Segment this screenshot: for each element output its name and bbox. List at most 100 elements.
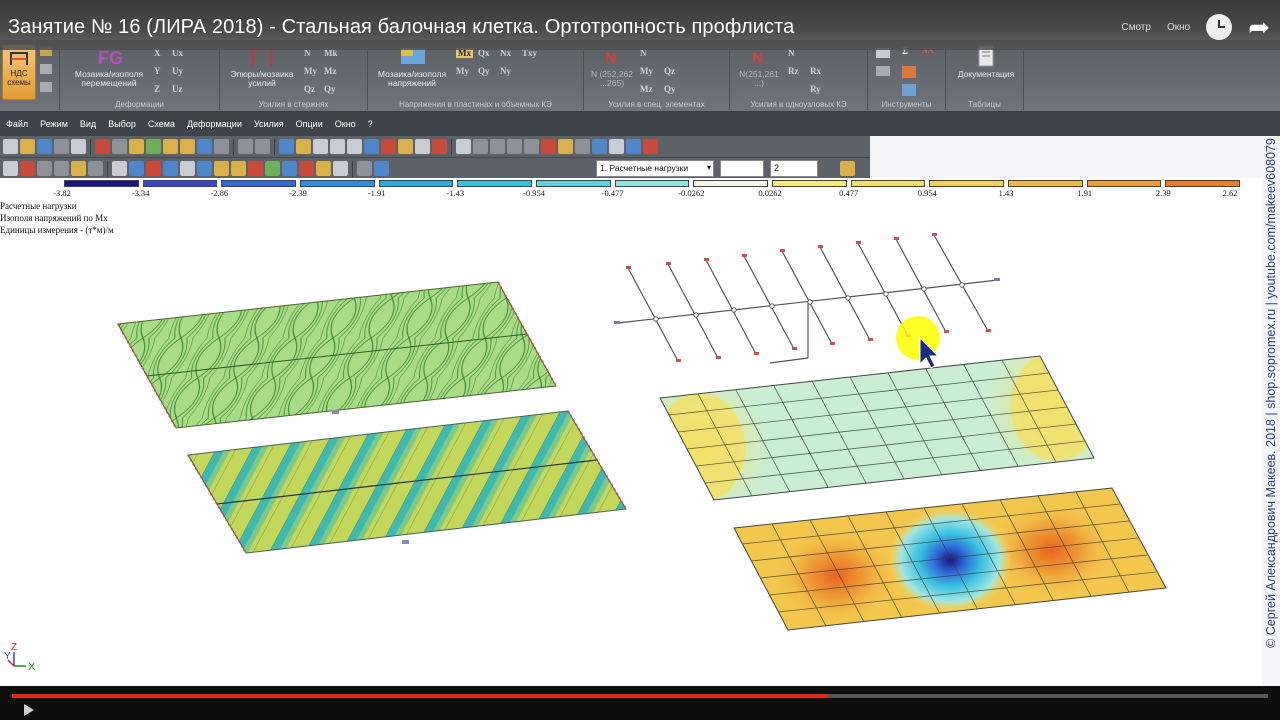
sphere-icon[interactable] [54, 161, 69, 176]
check-icon[interactable] [609, 139, 624, 154]
help-question-icon[interactable] [129, 139, 144, 154]
axis-icon[interactable] [279, 139, 294, 154]
menu-item-forces[interactable]: Усилия [254, 119, 284, 129]
btn-z[interactable]: Z [154, 84, 160, 94]
magnet-icon[interactable] [146, 161, 161, 176]
model-canvas[interactable] [0, 178, 1262, 686]
print-icon[interactable] [71, 139, 86, 154]
zoom-out-icon[interactable] [490, 139, 505, 154]
tag-icon[interactable] [282, 161, 297, 176]
lock2-icon[interactable] [180, 139, 195, 154]
special-n-button[interactable]: N N (252,262 ...265) [588, 44, 636, 88]
flag-icon[interactable] [129, 161, 144, 176]
target-icon[interactable] [214, 161, 229, 176]
btn-uz[interactable]: Uz [172, 84, 183, 94]
cut-icon[interactable] [432, 139, 447, 154]
btn-qz-spec[interactable]: Qz [664, 66, 675, 76]
slab-wave-plot[interactable] [117, 281, 557, 429]
window-red-icon[interactable] [20, 161, 35, 176]
menu-item-help[interactable]: ? [368, 119, 373, 129]
window3-icon[interactable] [37, 161, 52, 176]
btn-my-spec[interactable]: My [640, 66, 653, 76]
btn-my[interactable]: My [304, 66, 317, 76]
menu-item-window[interactable]: Окно [335, 119, 356, 129]
layers-icon[interactable] [592, 139, 607, 154]
lock-icon[interactable] [163, 139, 178, 154]
align-icon[interactable] [313, 139, 328, 154]
zoom-in-icon[interactable] [473, 139, 488, 154]
play-icon[interactable] [24, 704, 34, 716]
save-icon[interactable] [37, 139, 52, 154]
arrow-right-icon[interactable] [374, 161, 389, 176]
p-icon[interactable] [248, 161, 263, 176]
redo-icon[interactable] [255, 139, 270, 154]
grid-icon[interactable] [146, 139, 161, 154]
delete-icon[interactable] [95, 139, 110, 154]
folder-icon[interactable] [71, 161, 86, 176]
tools-list-icon[interactable] [876, 66, 890, 76]
menu-item-deformations[interactable]: Деформации [187, 119, 242, 129]
mesh-icon[interactable] [180, 161, 195, 176]
share-arrow-icon[interactable]: ➦ [1248, 14, 1270, 40]
triangle-icon[interactable] [357, 161, 372, 176]
node-icon[interactable] [197, 139, 212, 154]
tools-chart-icon[interactable] [902, 66, 916, 78]
n-icon[interactable] [299, 161, 314, 176]
btn-rz[interactable]: Rz [788, 66, 799, 76]
btn-ny[interactable]: Ny [500, 66, 511, 76]
eye-icon[interactable] [88, 161, 103, 176]
rotate-icon[interactable] [296, 139, 311, 154]
beam-frame-model[interactable] [617, 234, 999, 364]
slab-isofield-stress[interactable] [720, 478, 1180, 638]
new-file-icon[interactable] [3, 139, 18, 154]
hand-icon[interactable] [558, 139, 573, 154]
btn-qy-plate[interactable]: Qy [478, 66, 490, 76]
btn-qy[interactable]: Qy [324, 84, 336, 94]
btn-ry[interactable]: Ry [810, 84, 821, 94]
link-icon[interactable] [214, 139, 229, 154]
pen-icon[interactable] [381, 139, 396, 154]
deform-mosaic-button[interactable]: FG Мозаика/изополя перемещений [66, 44, 152, 88]
slab-stripe-plot[interactable] [187, 410, 627, 554]
btn-mz[interactable]: Mz [324, 66, 337, 76]
btn-qz[interactable]: Qz [304, 84, 315, 94]
menu-item-file[interactable]: Файл [6, 119, 28, 129]
save-as-icon[interactable] [54, 139, 69, 154]
btn-qy-spec[interactable]: Qy [664, 84, 676, 94]
progress-track[interactable] [12, 694, 1268, 698]
model-viewport[interactable]: -3.82 -3.34 -2.86 -2.39 -1.91 -1.43 -0.954 -0.4… [0, 178, 1262, 686]
slab-isofield-mx[interactable] [630, 334, 1126, 518]
align3-icon[interactable] [347, 139, 362, 154]
copy-icon[interactable] [112, 139, 127, 154]
filter-icon[interactable] [456, 139, 471, 154]
refresh-icon[interactable] [364, 139, 379, 154]
btn-my-plate[interactable]: My [456, 66, 469, 76]
pencil-icon[interactable] [398, 139, 413, 154]
stress-mosaic-button[interactable]: Мозаика/изополя напряжений [370, 44, 454, 88]
nds-button[interactable]: НДС схемы [2, 44, 36, 100]
zoom-window-icon[interactable] [524, 139, 539, 154]
video-title[interactable]: Занятие № 16 (ЛИРА 2018) - Стальная бало… [8, 16, 794, 39]
menu-item-select[interactable]: Выбор [108, 119, 136, 129]
colorscale-icon[interactable] [316, 161, 331, 176]
pin-icon[interactable] [231, 161, 246, 176]
pointer-icon[interactable] [575, 139, 590, 154]
btn-rx[interactable]: Rx [810, 66, 821, 76]
menu-item-mode[interactable]: Режим [40, 119, 68, 129]
secondary-combo[interactable] [720, 160, 764, 177]
disk-icon[interactable] [163, 161, 178, 176]
undo-icon[interactable] [238, 139, 253, 154]
info-icon[interactable] [643, 139, 658, 154]
rebar-icon[interactable] [197, 161, 212, 176]
open-folder-icon[interactable] [20, 139, 35, 154]
confirm-icon[interactable] [840, 161, 855, 176]
leaf-icon[interactable] [265, 161, 280, 176]
align2-icon[interactable] [330, 139, 345, 154]
menu-item-scheme[interactable]: Схема [148, 119, 175, 129]
btn-mz-spec[interactable]: Mz [640, 84, 653, 94]
clock-icon[interactable] [1206, 14, 1233, 40]
number-combo[interactable]: 2 [770, 160, 818, 177]
menu-item-options[interactable]: Опции [296, 119, 323, 129]
small-grid-icon[interactable] [40, 64, 52, 74]
frame-icon[interactable] [112, 161, 127, 176]
